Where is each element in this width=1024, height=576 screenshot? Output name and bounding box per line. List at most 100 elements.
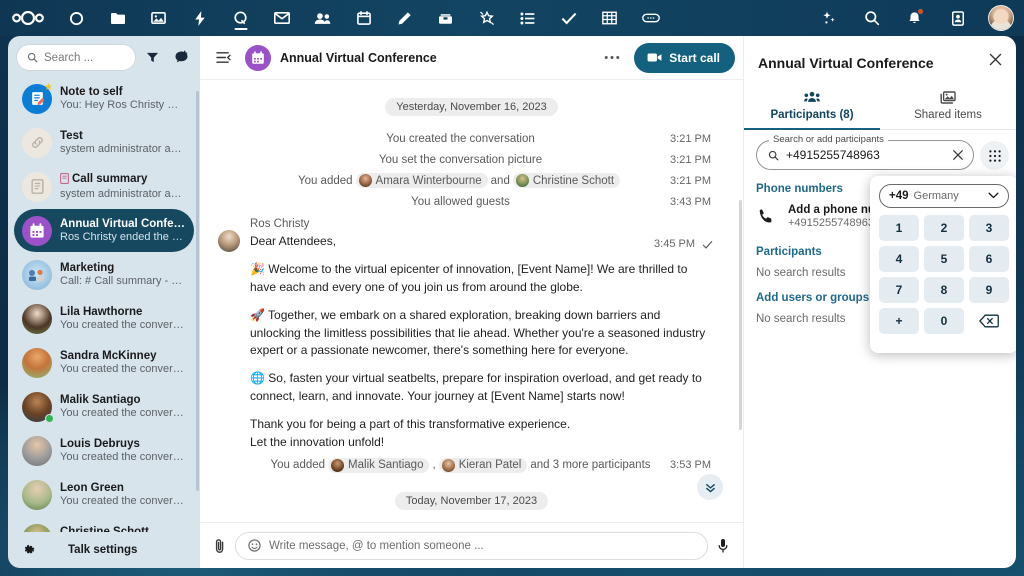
conversation-subtitle: You created the conversation: [60, 450, 186, 463]
conversation-list[interactable]: ★ Note to selfYou: Hey Ros Christy Quick …: [8, 77, 200, 532]
leon-avatar: [22, 479, 52, 510]
mention-chip-malik[interactable]: Malik Santiago: [328, 457, 430, 473]
added-separator: ,: [432, 459, 436, 472]
conversation-item[interactable]: ★ Note to selfYou: Hey Ros Christy Quick …: [14, 77, 194, 120]
dialpad-key-3[interactable]: 3: [969, 215, 1009, 241]
deck-icon[interactable]: [425, 0, 466, 36]
dialpad-key-1[interactable]: 1: [879, 215, 919, 241]
tasks-icon[interactable]: [548, 0, 589, 36]
system-message: You set the conversation picture 3:21 PM: [200, 149, 743, 170]
tab-participants[interactable]: Participants (8): [744, 85, 880, 130]
dialpad-key-0[interactable]: 0: [924, 308, 964, 334]
user-avatar[interactable]: [988, 5, 1014, 31]
collectives-icon[interactable]: [466, 0, 507, 36]
activity-icon[interactable]: [179, 0, 220, 36]
close-icon[interactable]: [984, 48, 1006, 70]
conversation-item[interactable]: Sandra McKinney You created the conversat…: [14, 341, 194, 384]
dialpad-popup[interactable]: +49 Germany 1 2 3 4 5 6 7 8 9 +0: [870, 176, 1016, 353]
conversation-subtitle: You created the conversation: [60, 362, 186, 375]
new-conversation-icon[interactable]: [169, 45, 194, 70]
conversation-item[interactable]: Annual Virtual ConferenceRos Christy end…: [14, 209, 194, 252]
mention-chip-christine[interactable]: Christine Schott: [512, 173, 621, 188]
dialpad-key-5[interactable]: 5: [924, 246, 964, 272]
country-code-select[interactable]: +49 Germany: [879, 184, 1009, 208]
message-timestamp: 3:21 PM: [670, 174, 711, 187]
search-icon[interactable]: [851, 0, 892, 36]
dialpad-key-2[interactable]: 2: [924, 215, 964, 241]
paperclip-icon[interactable]: [214, 538, 226, 554]
calendar-avatar: [22, 215, 52, 246]
message-list[interactable]: Yesterday, November 16, 2023 You created…: [200, 80, 743, 522]
dialpad-key-6[interactable]: 6: [969, 246, 1009, 272]
files-icon[interactable]: [97, 0, 138, 36]
chat-panel: Annual Virtual Conference Start call Yes…: [200, 36, 743, 568]
dialpad-keys[interactable]: 1 2 3 4 5 6 7 8 9 +0: [879, 215, 1009, 334]
forms-icon[interactable]: [507, 0, 548, 36]
video-camera-icon: [647, 53, 662, 62]
contacts-menu-icon[interactable]: [937, 0, 978, 36]
talk-icon[interactable]: [220, 0, 261, 36]
added-prefix: You added: [270, 459, 326, 472]
filter-icon[interactable]: [140, 45, 165, 70]
message-author: Ros Christy: [250, 218, 310, 230]
conversation-subtitle: Call: # Call summary - Marke...: [60, 274, 186, 287]
microphone-icon[interactable]: [717, 538, 729, 554]
notes-icon[interactable]: [384, 0, 425, 36]
day-separator-label: Today, November 17, 2023: [394, 491, 549, 510]
message-author-avatar[interactable]: [218, 230, 240, 252]
conversation-title: Malik Santiago: [60, 393, 141, 406]
clear-icon[interactable]: [952, 149, 964, 161]
note-to-self-avatar: ★: [22, 82, 53, 114]
conversation-title: Leon Green: [60, 481, 124, 494]
contacts-icon[interactable]: [302, 0, 343, 36]
tables-icon[interactable]: [589, 0, 630, 36]
conversation-item[interactable]: Call summarysystem administrator added .…: [14, 165, 194, 208]
conversations-sidebar: Search ... ★ Note to self You: Hey Ros Chr…: [8, 36, 200, 568]
dialpad-key-7[interactable]: 7: [879, 277, 919, 303]
chat-message[interactable]: Ros Christy Dear Attendees, 🎉 Welcome to…: [200, 212, 743, 455]
system-message-text: You allowed guests: [411, 195, 510, 208]
conversation-item[interactable]: MarketingCall: # Call summary - Marke...: [14, 253, 194, 296]
top-bar-app-icons: [56, 0, 671, 36]
dialpad-icon[interactable]: [980, 141, 1009, 170]
mail-icon[interactable]: [261, 0, 302, 36]
conversation-item[interactable]: Christine SchottHey Ros Christy Quick up…: [14, 517, 194, 532]
notifications-bell-icon[interactable]: [894, 0, 935, 36]
conversation-subtitle: You created the conversation: [60, 406, 186, 419]
dialpad-key-4[interactable]: 4: [879, 246, 919, 272]
conversation-item[interactable]: Leon GreenYou created the conversation: [14, 473, 194, 516]
assistant-sparkle-icon[interactable]: [808, 0, 849, 36]
external-sites-icon[interactable]: [630, 0, 671, 36]
conversation-item[interactable]: Louis DebruysYou created the conversatio…: [14, 429, 194, 472]
talk-settings-button[interactable]: Talk settings: [8, 532, 200, 568]
dialpad-key-plus[interactable]: +: [879, 308, 919, 334]
online-status-dot: [45, 413, 54, 423]
mention-chip-amara[interactable]: Amara Winterbourne: [355, 173, 488, 188]
start-call-button[interactable]: Start call: [634, 42, 735, 73]
conversation-item[interactable]: Testsystem administrator added ...: [14, 121, 194, 164]
conversation-subtitle: system administrator added ...: [60, 142, 186, 155]
sidebar-scrollbar[interactable]: [196, 91, 199, 491]
shared-items-icon: [880, 91, 1016, 105]
photos-icon[interactable]: [138, 0, 179, 36]
tab-shared-items[interactable]: Shared items: [880, 85, 1016, 130]
nextcloud-logo-icon[interactable]: [0, 11, 56, 25]
chevron-double-down-icon[interactable]: [697, 474, 723, 500]
sandra-avatar: [22, 347, 52, 378]
dialpad-key-9[interactable]: 9: [969, 277, 1009, 303]
more-options-icon[interactable]: [599, 45, 625, 71]
conversation-item[interactable]: Lila HawthorneYou created the conversati…: [14, 297, 194, 340]
search-input[interactable]: Search ...: [16, 44, 136, 71]
dialpad-key-8[interactable]: 8: [924, 277, 964, 303]
collapse-sidebar-icon[interactable]: [210, 45, 236, 71]
conversation-avatar[interactable]: [245, 44, 271, 71]
talk-settings-label: Talk settings: [68, 544, 138, 556]
dashboard-icon[interactable]: [56, 0, 97, 36]
backspace-icon[interactable]: [969, 308, 1009, 334]
conversation-item[interactable]: Malik SantiagoYou created the conversati…: [14, 385, 194, 428]
calendar-icon[interactable]: [343, 0, 384, 36]
search-icon: [768, 150, 779, 160]
mention-chip-kieran[interactable]: Kieran Patel: [438, 457, 528, 473]
message-input[interactable]: Write message, @ to mention someone ...: [235, 531, 708, 560]
participant-search-input[interactable]: Search or add participants +491525574896…: [756, 134, 974, 170]
